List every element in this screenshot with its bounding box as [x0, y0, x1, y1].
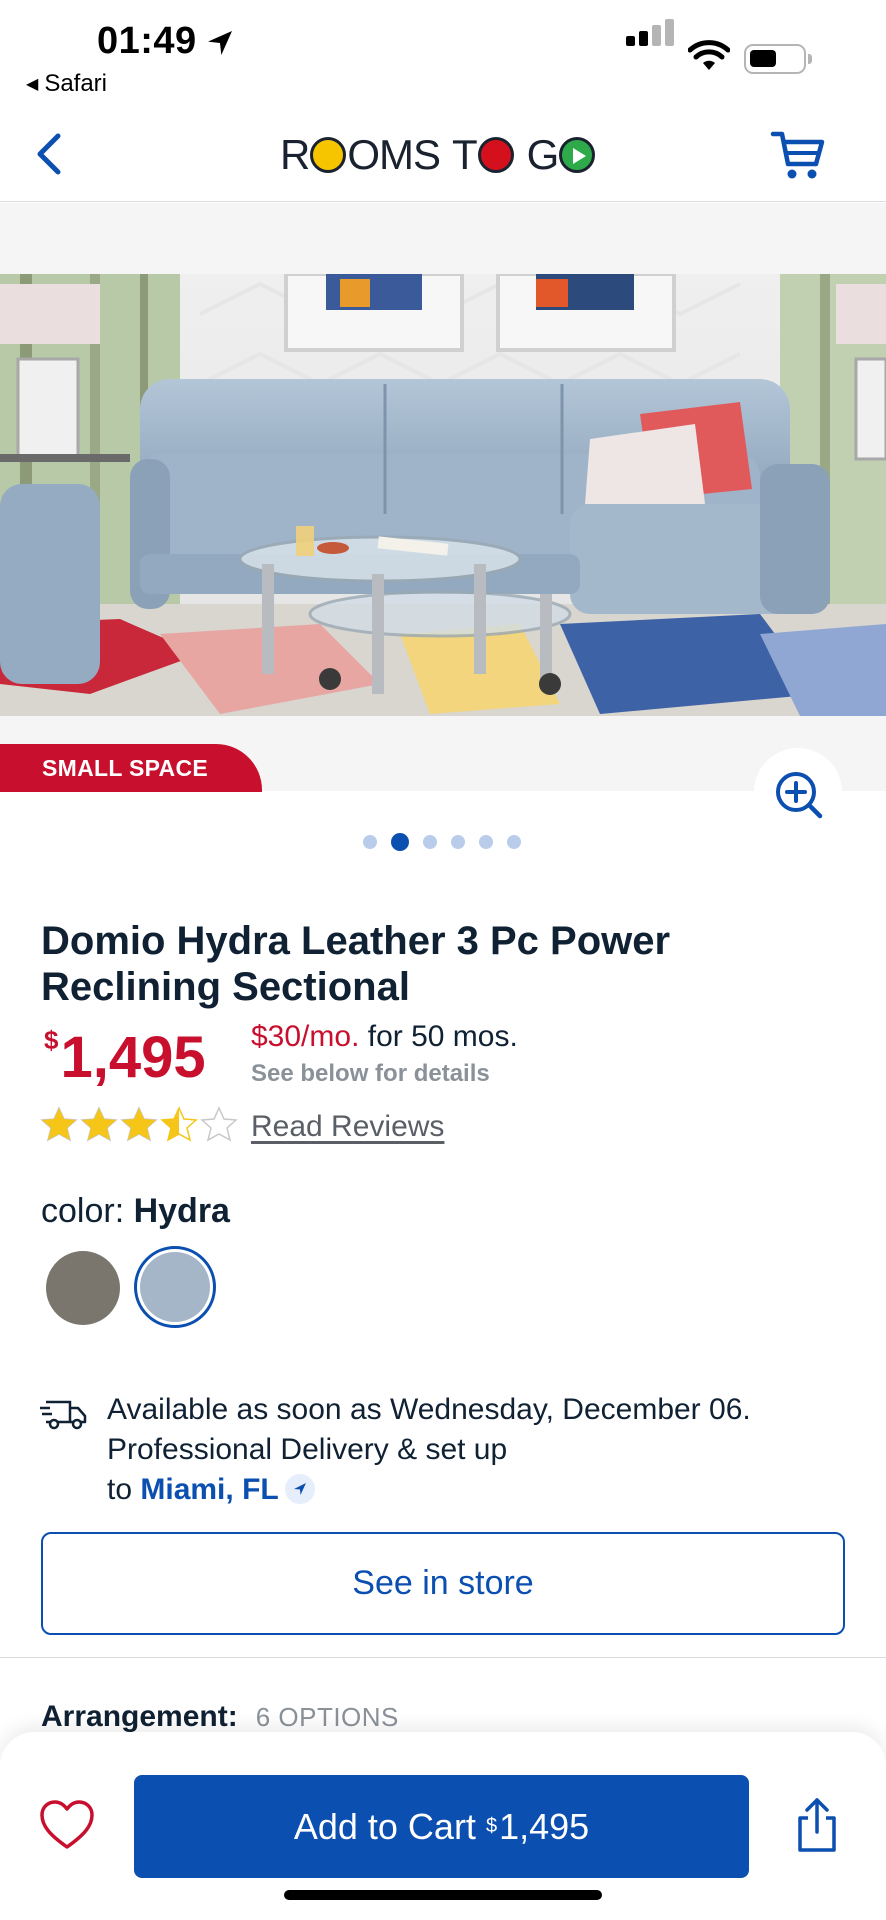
status-time: 01:49 [97, 20, 197, 62]
delivery-location: to Miami, FL [107, 1470, 867, 1510]
delivery-truck-icon [40, 1400, 87, 1430]
financing-amount: $30/mo. [251, 1020, 360, 1053]
back-chevron-icon[interactable] [30, 130, 70, 178]
price-currency: $ [44, 1025, 59, 1055]
arrangement-options: 6 OPTIONS [255, 1702, 399, 1732]
back-triangle-icon: ◀ [26, 76, 39, 93]
carousel-dot[interactable] [451, 835, 465, 849]
product-photo-sectional[interactable] [0, 274, 886, 716]
back-to-safari-link[interactable]: ◀ Safari [26, 70, 107, 98]
zoom-in-icon [776, 772, 823, 819]
financing-offer: $30/mo. for 50 mos. [251, 1020, 518, 1054]
add-to-cart-button[interactable]: Add to Cart $1,495 [134, 1775, 749, 1878]
rating-stars [40, 1106, 238, 1144]
color-swatch-hydra[interactable] [140, 1252, 210, 1322]
back-app-label: Safari [44, 70, 108, 97]
add-to-cart-price: 1,495 [499, 1805, 590, 1847]
share-icon[interactable] [794, 1796, 840, 1854]
app-header: R OMS T G [0, 110, 886, 202]
favorite-heart-icon[interactable] [38, 1798, 96, 1852]
star-icon [200, 1106, 238, 1142]
location-arrow-icon [208, 31, 232, 55]
price-value: 1,495 [60, 1025, 206, 1090]
financing-details: See below for details [251, 1060, 490, 1087]
carousel-dot[interactable] [391, 833, 409, 851]
carousel-dot[interactable] [423, 835, 437, 849]
zoom-button[interactable] [754, 748, 842, 836]
color-value: Hydra [133, 1192, 230, 1230]
section-divider [0, 1657, 886, 1658]
color-swatch-gray[interactable] [46, 1251, 120, 1325]
star-icon [80, 1106, 118, 1142]
star-icon [160, 1106, 198, 1142]
status-bar: 01:49 ◀ Safari [0, 0, 886, 104]
rooms-to-go-logo[interactable]: R OMS T G [280, 130, 596, 180]
star-icon [120, 1106, 158, 1142]
add-to-cart-label: Add to Cart [293, 1805, 476, 1847]
home-indicator [284, 1890, 602, 1900]
see-in-store-button[interactable]: See in store [41, 1532, 845, 1635]
delivery-city-link[interactable]: Miami, FL [140, 1473, 278, 1506]
delivery-type: Professional Delivery & set up [107, 1433, 508, 1466]
carousel-dot[interactable] [507, 835, 521, 849]
carousel-dot[interactable] [363, 835, 377, 849]
location-pin-icon[interactable] [284, 1474, 315, 1504]
delivery-info: Available as soon as Wednesday, December… [107, 1390, 867, 1510]
carousel-dots[interactable] [363, 833, 521, 851]
cart-icon[interactable] [770, 128, 826, 182]
arrangement-label: Arrangement: [41, 1700, 238, 1733]
battery-icon [744, 44, 812, 74]
carousel-dot[interactable] [479, 835, 493, 849]
wifi-icon [688, 40, 730, 70]
arrangement-selector[interactable]: Arrangement: 6 OPTIONS [41, 1700, 399, 1734]
color-label: color: Hydra [41, 1192, 230, 1230]
product-price: $1,495 [44, 1024, 206, 1091]
read-reviews-link[interactable]: Read Reviews [251, 1110, 444, 1144]
star-icon [40, 1106, 78, 1142]
delivery-date: Available as soon as Wednesday, December… [107, 1393, 751, 1426]
small-space-badge: SMALL SPACE [0, 744, 262, 792]
financing-term: for 50 mos. [367, 1020, 518, 1053]
product-title: Domio Hydra Leather 3 Pc Power Reclining… [41, 919, 671, 1009]
